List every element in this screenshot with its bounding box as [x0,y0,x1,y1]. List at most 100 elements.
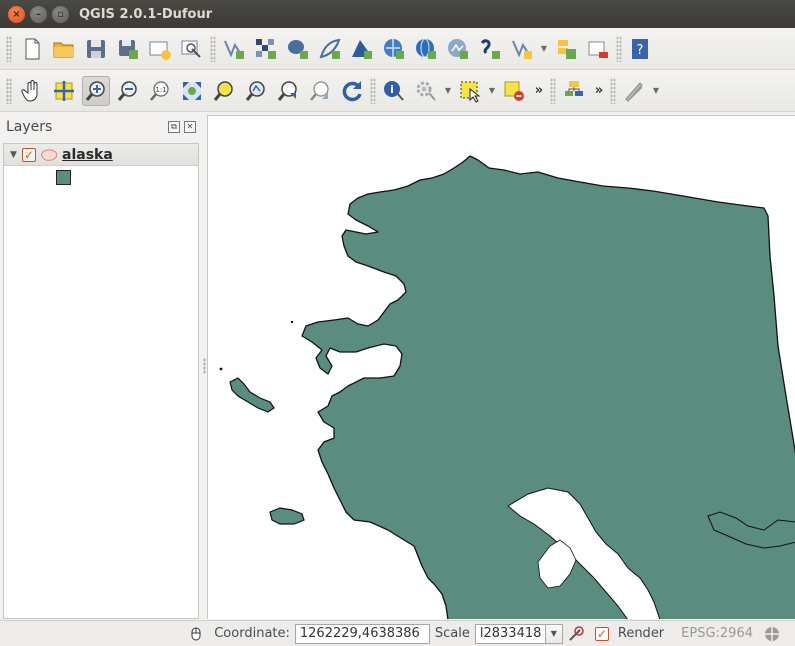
new-vector-layer-icon [558,39,576,59]
zoom-next-button[interactable] [306,76,334,106]
layer-tools-button[interactable] [560,76,588,106]
layer-item-alaska[interactable]: ▼ ✓ alaska [4,144,198,166]
more-tools-button[interactable]: » [530,76,548,106]
map-canvas[interactable] [207,115,795,619]
zoom-last-icon [277,80,297,101]
stop-render-button[interactable] [567,625,585,643]
zoom-selection-icon [213,80,233,101]
add-delimited-text-button[interactable] [476,34,504,64]
digitizing-button[interactable] [620,76,648,106]
add-wfs-layer-button[interactable] [444,34,472,64]
save-project-button[interactable] [82,34,110,64]
new-layer-button[interactable] [552,34,580,64]
window-title: QGIS 2.0.1-Dufour [79,6,213,22]
add-wcs-layer-button[interactable] [412,34,440,64]
add-raster-layer-button[interactable] [252,34,280,64]
svg-text:1:1: 1:1 [155,86,166,94]
mouse-icon [191,627,201,640]
zoom-out-button[interactable] [114,76,142,106]
zoom-out-icon [117,80,137,101]
close-window-button[interactable]: × [8,5,25,23]
pan-button[interactable] [18,76,46,106]
more-plugins-button[interactable]: » [590,76,608,106]
composer-manager-button[interactable] [178,34,206,64]
zoom-next-icon [310,80,329,101]
add-delimited-text-icon [480,38,500,59]
layer-visibility-checkbox[interactable]: ✓ [22,147,36,162]
close-panel-button[interactable]: ✕ [184,121,196,133]
add-wms-layer-button[interactable] [380,34,408,64]
zoom-last-button[interactable] [274,76,302,106]
pan-to-selection-button[interactable] [50,76,78,106]
new-layer-dropdown[interactable]: ▼ [538,34,550,64]
deselect-features-button[interactable] [500,76,528,106]
actions-button[interactable] [412,76,440,106]
identify-button[interactable]: i [380,76,408,106]
map-navigation-toolbar: 1:1 i ▼ ▼ » » ▼ [0,70,795,112]
expand-arrow-icon[interactable]: ▼ [10,150,22,160]
refresh-icon [342,80,362,101]
map-svg [219,155,795,619]
new-print-composer-button[interactable] [146,34,174,64]
layers-tree[interactable]: ▼ ✓ alaska [3,143,199,619]
small-island-2 [290,320,294,324]
remove-layer-button[interactable] [584,34,612,64]
add-mssql-layer-button[interactable] [348,34,376,64]
add-postgis-layer-button[interactable] [284,34,312,64]
title-bar: × – ▫ QGIS 2.0.1-Dufour [0,0,795,28]
zoom-full-button[interactable] [178,76,206,106]
help-button[interactable]: ? [626,34,654,64]
remove-layer-icon [588,41,608,58]
new-shapefile-layer-button[interactable] [508,34,536,64]
file-toolbar: ▼ ? [0,28,795,70]
open-project-button[interactable] [50,34,78,64]
minimize-window-button[interactable]: – [30,5,47,23]
add-spatialite-layer-icon [319,38,341,59]
render-label: Render [617,626,665,641]
new-layer-icon [512,40,532,59]
render-checkbox[interactable]: ✓ [594,626,609,641]
polygon-layer-icon [41,148,57,161]
select-dropdown[interactable]: ▼ [486,76,498,106]
add-vector-layer-icon [224,40,244,59]
scale-dropdown[interactable]: ▼ [544,623,563,644]
coordinate-field[interactable]: 1262229,4638386 [294,623,430,644]
actions-dropdown[interactable]: ▼ [442,76,454,106]
add-vector-layer-button[interactable] [220,34,248,64]
help-icon: ? [632,38,648,59]
zoom-actual-size-button[interactable]: 1:1 [146,76,174,106]
layer-symbol-swatch [56,170,71,185]
globe-icon [765,626,779,641]
add-postgis-layer-icon [288,39,308,59]
digitizing-dropdown[interactable]: ▼ [650,76,662,106]
zoom-layer-icon [245,80,265,101]
select-icon [460,81,481,103]
select-features-button[interactable] [456,76,484,106]
zoom-in-button[interactable] [82,75,110,106]
layers-panel-title: Layers [6,119,53,135]
scale-input[interactable]: l2833418 [474,623,545,644]
maximize-window-button[interactable]: ▫ [52,5,69,23]
refresh-button[interactable] [338,76,366,106]
coordinate-toggle-button[interactable] [187,625,205,643]
pan-to-selection-icon [54,80,74,101]
toolbar-separator [550,77,556,104]
toolbar-grip[interactable] [6,77,12,104]
zoom-to-selection-button[interactable] [210,76,238,106]
save-as-icon [119,39,138,59]
new-project-button[interactable] [18,34,46,64]
identify-icon: i [384,80,404,101]
new-project-icon [25,38,40,59]
svg-text:?: ? [637,43,644,58]
svg-text:i: i [390,83,394,96]
actions-icon [416,81,436,101]
open-project-icon [53,42,74,57]
crs-button[interactable] [763,625,781,643]
toolbar-grip[interactable] [6,35,12,62]
toolbar-separator [210,35,216,62]
crs-status[interactable]: EPSG:2964 [681,626,753,641]
add-spatialite-layer-button[interactable] [316,34,344,64]
float-panel-button[interactable]: ⧉ [168,121,180,133]
save-as-button[interactable] [114,34,142,64]
zoom-to-layer-button[interactable] [242,76,270,106]
